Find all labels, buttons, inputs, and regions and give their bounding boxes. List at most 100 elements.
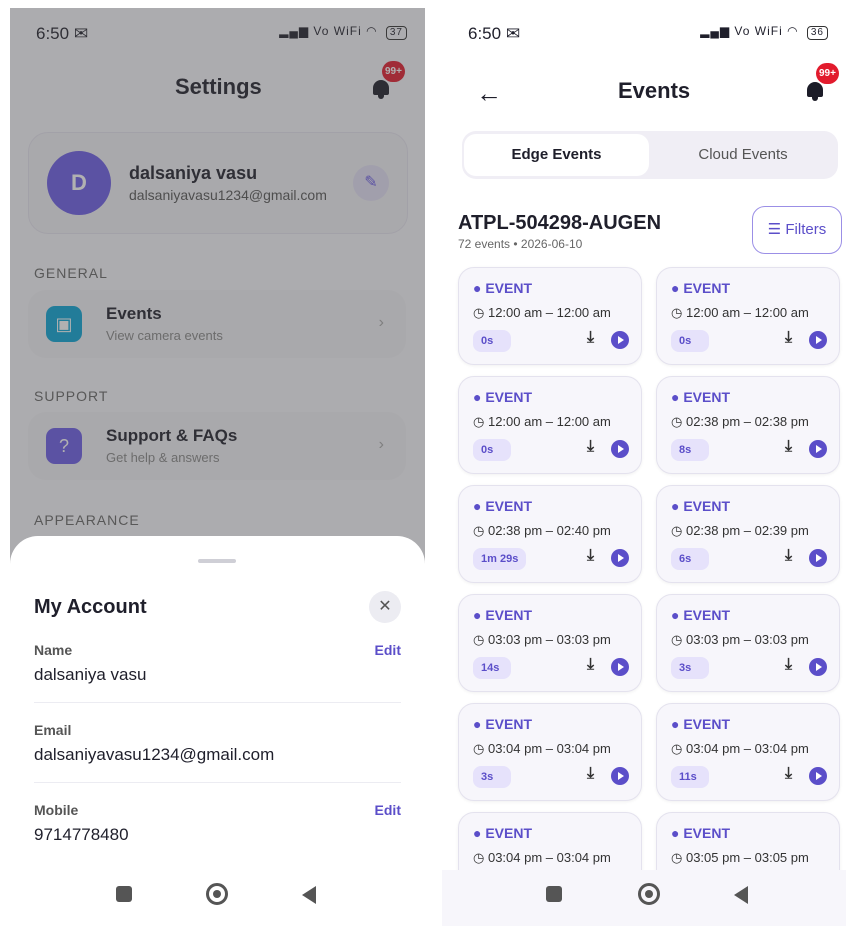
event-time-range: ◷ 03:04 pm – 03:04 pm — [671, 741, 809, 757]
clock-icon: ◷ — [473, 523, 488, 538]
status-icons: ▂▄▆ Vo WiFi ◠ 36 — [700, 24, 828, 40]
recents-nav-icon[interactable] — [546, 886, 562, 902]
event-card[interactable]: ● EVENT ◷ 03:03 pm – 03:03 pm 3s ⤓ — [656, 594, 840, 692]
play-icon[interactable] — [809, 331, 827, 349]
event-card[interactable]: ● EVENT ◷ 02:38 pm – 02:40 pm 1m 29s ⤓ — [458, 485, 642, 583]
event-time-range: ◷ 12:00 am – 12:00 am — [473, 305, 611, 321]
download-icon[interactable]: ⤓ — [587, 765, 594, 783]
clock-icon: ◷ — [473, 305, 488, 320]
download-icon[interactable]: ⤓ — [587, 656, 594, 674]
event-card[interactable]: ● EVENT ◷ 02:38 pm – 02:38 pm 8s ⤓ — [656, 376, 840, 474]
event-time-text: 03:03 pm – 03:03 pm — [487, 632, 611, 647]
edit-name-button[interactable]: Edit — [375, 642, 401, 658]
clock-icon: ◷ — [473, 741, 488, 756]
event-card[interactable]: ● EVENT ◷ 12:00 am – 12:00 am 0s ⤓ — [458, 376, 642, 474]
download-icon[interactable]: ⤓ — [785, 438, 792, 456]
event-label: ● EVENT — [671, 280, 731, 296]
event-label: ● EVENT — [473, 716, 533, 732]
clock-icon: ◷ — [473, 414, 488, 429]
status-time: 6:50 ✉ — [468, 24, 521, 43]
event-time-range: ◷ 03:04 pm – 03:04 pm — [473, 850, 611, 866]
event-label: ● EVENT — [671, 607, 731, 623]
event-duration-badge: 1m 29s — [473, 548, 527, 570]
event-duration-badge: 6s — [671, 548, 709, 570]
clock-icon: ◷ — [671, 850, 686, 865]
event-time-text: 02:38 pm – 02:39 pm — [685, 523, 809, 538]
edit-mobile-button[interactable]: Edit — [375, 802, 401, 818]
event-duration-badge: 0s — [671, 330, 709, 352]
play-icon[interactable] — [611, 549, 629, 567]
filter-sliders-icon: ☰ — [767, 221, 782, 238]
play-icon[interactable] — [611, 440, 629, 458]
event-time-text: 03:03 pm – 03:03 pm — [685, 632, 809, 647]
account-bottom-sheet: My Account ✕ Name Edit dalsaniya vasu Em… — [10, 536, 425, 926]
play-icon[interactable] — [611, 331, 629, 349]
back-nav-icon[interactable] — [734, 886, 748, 904]
event-label: ● EVENT — [473, 498, 533, 514]
event-card[interactable]: ● EVENT ◷ 03:04 pm – 03:04 pm 11s ⤓ — [656, 703, 840, 801]
event-card[interactable]: ● EVENT ◷ 12:00 am – 12:00 am 0s ⤓ — [656, 267, 840, 365]
play-icon[interactable] — [809, 440, 827, 458]
event-duration-badge: 0s — [473, 330, 511, 352]
play-icon[interactable] — [611, 658, 629, 676]
name-label: Name — [34, 642, 73, 658]
event-card[interactable]: ● EVENT ◷ 12:00 am – 12:00 am 0s ⤓ — [458, 267, 642, 365]
download-icon[interactable]: ⤓ — [785, 329, 792, 347]
event-label: ● EVENT — [473, 280, 533, 296]
notification-bell-icon[interactable]: 99+ — [804, 63, 839, 101]
download-icon[interactable]: ⤓ — [785, 656, 792, 674]
event-time-text: 02:38 pm – 02:38 pm — [685, 414, 809, 429]
event-time-range: ◷ 02:38 pm – 02:40 pm — [473, 523, 611, 539]
event-time-text: 12:00 am – 12:00 am — [487, 305, 611, 320]
event-time-text: 03:05 pm – 03:05 pm — [685, 850, 809, 865]
event-card[interactable]: ● EVENT ◷ 03:03 pm – 03:03 pm 14s ⤓ — [458, 594, 642, 692]
filters-button[interactable]: ☰ Filters — [752, 206, 842, 254]
event-time-range: ◷ 03:03 pm – 03:03 pm — [671, 632, 809, 648]
home-nav-icon[interactable] — [206, 883, 228, 905]
divider — [34, 782, 401, 783]
event-time-range: ◷ 12:00 am – 12:00 am — [671, 305, 809, 321]
tab-cloud-events[interactable]: Cloud Events — [650, 134, 836, 176]
close-icon[interactable]: ✕ — [369, 591, 401, 623]
status-bar: 6:50 ✉ ▂▄▆ Vo WiFi ◠ 36 — [442, 8, 846, 56]
event-card[interactable]: ● EVENT ◷ 02:38 pm – 02:39 pm 6s ⤓ — [656, 485, 840, 583]
tab-edge-events[interactable]: Edge Events — [464, 134, 649, 176]
event-label: ● EVENT — [671, 716, 731, 732]
download-icon[interactable]: ⤓ — [785, 547, 792, 565]
event-time-text: 03:04 pm – 03:04 pm — [487, 850, 611, 865]
recents-nav-icon[interactable] — [116, 886, 132, 902]
clock-icon: ◷ — [671, 305, 686, 320]
sheet-drag-handle[interactable] — [198, 559, 236, 563]
clock-icon: ◷ — [671, 632, 686, 647]
event-duration-badge: 0s — [473, 439, 511, 461]
download-icon[interactable]: ⤓ — [785, 765, 792, 783]
event-duration-badge: 14s — [473, 657, 511, 679]
event-label: ● EVENT — [473, 607, 533, 623]
event-time-range: ◷ 02:38 pm – 02:38 pm — [671, 414, 809, 430]
download-icon[interactable]: ⤓ — [587, 547, 594, 565]
play-icon[interactable] — [809, 549, 827, 567]
system-nav-bar — [442, 870, 846, 926]
clock-icon: ◷ — [671, 414, 686, 429]
event-time-text: 03:04 pm – 03:04 pm — [487, 741, 611, 756]
play-icon[interactable] — [809, 658, 827, 676]
event-time-range: ◷ 03:03 pm – 03:03 pm — [473, 632, 611, 648]
back-nav-icon[interactable] — [302, 886, 316, 904]
play-icon[interactable] — [809, 767, 827, 785]
clock-icon: ◷ — [473, 632, 488, 647]
download-icon[interactable]: ⤓ — [587, 438, 594, 456]
download-icon[interactable]: ⤓ — [587, 329, 594, 347]
event-card[interactable]: ● EVENT ◷ 03:04 pm – 03:04 pm 3s ⤓ — [458, 703, 642, 801]
event-label: ● EVENT — [671, 389, 731, 405]
event-duration-badge: 8s — [671, 439, 709, 461]
home-nav-icon[interactable] — [638, 883, 660, 905]
event-duration-badge: 11s — [671, 766, 709, 788]
page-title: Events — [618, 78, 691, 103]
event-duration-badge: 3s — [473, 766, 511, 788]
back-arrow-icon[interactable]: ← — [476, 78, 502, 109]
battery-icon: 36 — [806, 26, 828, 40]
event-label: ● EVENT — [671, 498, 731, 514]
play-icon[interactable] — [611, 767, 629, 785]
event-label: ● EVENT — [473, 825, 533, 841]
system-nav-bar — [10, 870, 425, 926]
